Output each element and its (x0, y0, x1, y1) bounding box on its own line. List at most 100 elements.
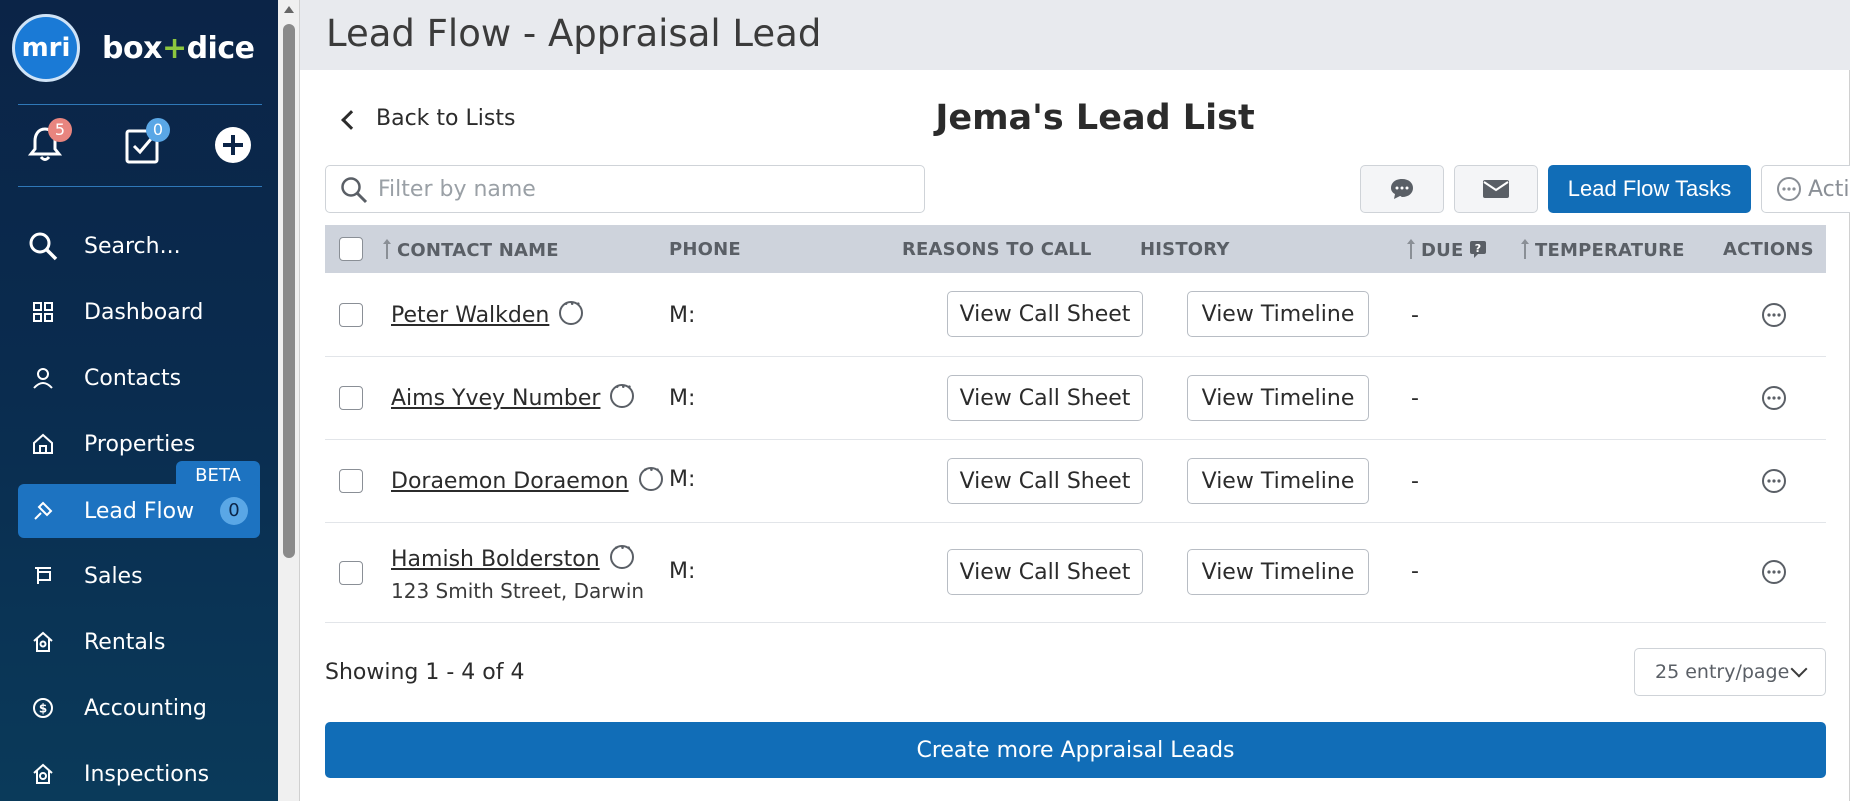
table-row: Hamish Bolderston 123 Smith Street, Darw… (325, 523, 1826, 623)
view-call-sheet-button[interactable]: View Call Sheet (947, 291, 1143, 337)
tasks-button[interactable]: 0 (120, 118, 170, 170)
brand-logo[interactable]: mri box+dice (12, 14, 255, 82)
sidebar-item-dashboard[interactable]: Dashboard (18, 285, 260, 339)
more-icon[interactable] (559, 300, 584, 325)
back-label: Back to Lists (376, 106, 516, 131)
contact-name-link[interactable]: Aims Yvey Number (391, 383, 635, 411)
svg-text:$: $ (39, 702, 47, 716)
quick-actions: 5 0 (0, 118, 278, 178)
more-icon[interactable] (638, 466, 663, 491)
contact-name-link[interactable]: Doraemon Doraemon (391, 466, 663, 494)
sidebar-item-rentals[interactable]: Rentals (18, 615, 260, 669)
chevron-left-icon (341, 109, 361, 130)
row-checkbox[interactable] (339, 561, 363, 585)
page-header: Lead Flow - Appraisal Lead (300, 0, 1850, 70)
view-call-sheet-button[interactable]: View Call Sheet (947, 458, 1143, 504)
phone-value: M: (669, 467, 696, 492)
row-actions-icon[interactable] (1761, 559, 1787, 585)
search-icon (28, 231, 58, 261)
column-temperature[interactable]: TEMPERATURE (1521, 239, 1685, 261)
contact-name-link[interactable]: Hamish Bolderston (391, 544, 634, 572)
row-checkbox[interactable] (339, 386, 363, 410)
sidebar-item-label: Dashboard (84, 299, 204, 325)
view-call-sheet-button[interactable]: View Call Sheet (947, 549, 1143, 595)
table-row: Peter Walkden M: View Call Sheet View Ti… (325, 273, 1826, 357)
sms-button[interactable] (1360, 165, 1444, 213)
envelope-icon (1483, 180, 1509, 198)
sidebar-item-label: Accounting (84, 695, 207, 721)
row-actions-icon[interactable] (1761, 302, 1787, 328)
column-actions: ACTIONS (1723, 239, 1814, 260)
phone-value: M: (669, 559, 696, 584)
sidebar-item-label: Inspections (84, 761, 210, 787)
sidebar-item-lead-flow[interactable]: Lead Flow 0 (18, 484, 260, 538)
view-timeline-button[interactable]: View Timeline (1187, 375, 1369, 421)
dollar-circle-icon: $ (28, 693, 58, 723)
row-actions-icon[interactable] (1761, 385, 1787, 411)
chat-bubble-icon (1391, 179, 1413, 199)
email-button[interactable] (1454, 165, 1538, 213)
actions-dropdown[interactable]: Actions (1761, 165, 1850, 213)
divider (18, 186, 262, 187)
column-due[interactable]: DUE? (1407, 239, 1487, 261)
tasks-badge: 0 (146, 118, 170, 142)
sidebar-item-search[interactable]: Search... (18, 219, 260, 273)
actions-label: Actions (1808, 176, 1850, 202)
phone-value: M: (669, 303, 696, 328)
sidebar-item-label: Rentals (84, 629, 166, 655)
scroll-up-arrow-icon[interactable] (284, 6, 294, 13)
inspection-icon (28, 759, 58, 789)
table-header: CONTACT NAME PHONE REASONS TO CALL HISTO… (325, 225, 1826, 273)
due-value: - (1411, 559, 1419, 584)
scroll-thumb[interactable] (283, 24, 295, 558)
help-icon: ? (1470, 241, 1487, 258)
back-to-lists-link[interactable]: Back to Lists (341, 106, 516, 131)
dashboard-icon (28, 297, 58, 327)
select-all-checkbox[interactable] (339, 237, 363, 261)
phone-value: M: (669, 386, 696, 411)
table-row: Doraemon Doraemon M: View Call Sheet Vie… (325, 440, 1826, 523)
sales-sign-icon (28, 561, 58, 591)
contact-name-link[interactable]: Peter Walkden (391, 300, 584, 328)
more-circle-icon (1777, 177, 1801, 201)
user-icon (28, 363, 58, 393)
sidebar-item-sales[interactable]: Sales (18, 549, 260, 603)
rental-home-icon (28, 627, 58, 657)
lead-flow-tasks-button[interactable]: Lead Flow Tasks (1548, 165, 1751, 213)
sidebar-scrollbar[interactable] (278, 0, 300, 801)
sidebar-item-accounting[interactable]: $ Accounting (18, 681, 260, 735)
view-timeline-button[interactable]: View Timeline (1187, 458, 1369, 504)
more-icon[interactable] (610, 383, 635, 408)
due-value: - (1411, 469, 1419, 494)
sidebar-item-inspections[interactable]: Inspections (18, 747, 260, 801)
contact-address: 123 Smith Street, Darwin (391, 579, 645, 603)
per-page-value: 25 entry/page (1655, 661, 1790, 683)
create-appraisal-leads-button[interactable]: Create more Appraisal Leads (325, 722, 1826, 778)
sidebar-item-label: Sales (84, 563, 143, 589)
sidebar-item-label: Contacts (84, 365, 182, 391)
sidebar-item-label: Properties (84, 431, 196, 457)
notifications-badge: 5 (48, 118, 72, 142)
per-page-select[interactable]: 25 entry/page (1634, 648, 1826, 696)
sidebar-item-label: Lead Flow (84, 498, 195, 524)
sort-icon (383, 239, 391, 261)
list-title: Jema's Lead List (935, 98, 1255, 138)
filter-field[interactable] (325, 165, 925, 213)
column-contact-name[interactable]: CONTACT NAME (383, 239, 559, 261)
notifications-button[interactable]: 5 (24, 118, 72, 170)
view-call-sheet-button[interactable]: View Call Sheet (947, 375, 1143, 421)
column-phone: PHONE (669, 239, 741, 260)
svg-text:?: ? (1475, 242, 1482, 255)
sidebar-item-contacts[interactable]: Contacts (18, 351, 260, 405)
add-button[interactable] (210, 118, 254, 170)
filter-input[interactable] (378, 174, 908, 204)
row-checkbox[interactable] (339, 303, 363, 327)
sidebar-item-label: Search... (84, 233, 181, 259)
lead-flow-count: 0 (220, 497, 248, 525)
view-timeline-button[interactable]: View Timeline (1187, 549, 1369, 595)
view-timeline-button[interactable]: View Timeline (1187, 291, 1369, 337)
table-row: Aims Yvey Number M: View Call Sheet View… (325, 357, 1826, 440)
row-actions-icon[interactable] (1761, 468, 1787, 494)
more-icon[interactable] (609, 544, 634, 569)
row-checkbox[interactable] (339, 469, 363, 493)
